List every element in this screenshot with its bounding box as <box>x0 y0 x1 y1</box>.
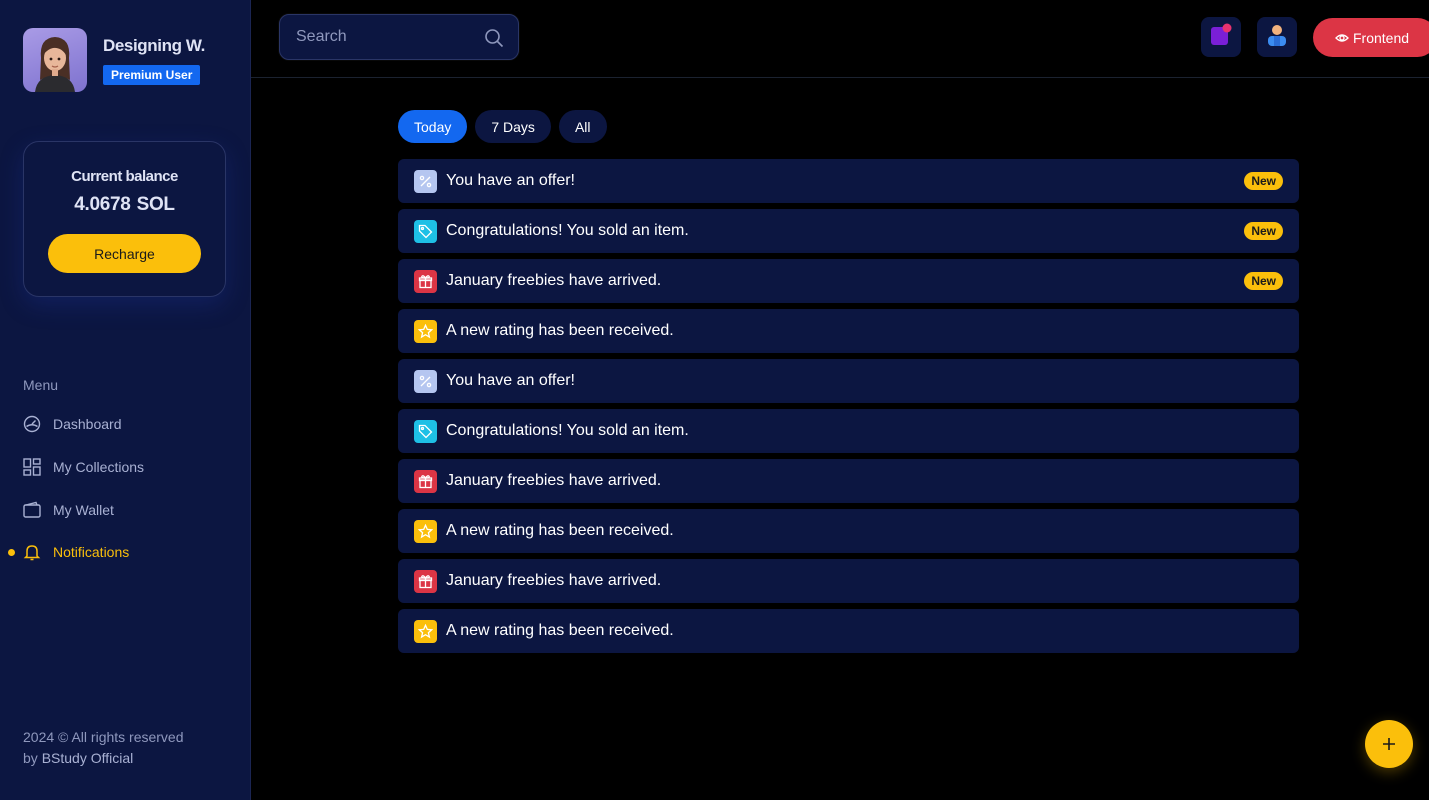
notification-list: You have an offer! New Congratulations! Yo… <box>398 159 1299 659</box>
balance-unit: SOL <box>136 194 175 215</box>
profile-button[interactable] <box>1257 17 1297 57</box>
notification-item[interactable]: January freebies have arrived. <box>398 559 1299 603</box>
gift-icon <box>414 269 437 293</box>
star-icon <box>414 319 437 343</box>
sidebar-item-label: My Collections <box>53 459 145 475</box>
apps-button[interactable] <box>1201 17 1241 57</box>
star-icon <box>414 619 437 643</box>
eye-icon <box>1335 33 1349 42</box>
notification-item[interactable]: A new rating has been received. <box>398 609 1299 653</box>
notification-text: A new rating has been received. <box>446 522 674 539</box>
notification-item[interactable]: January freebies have arrived. New <box>398 259 1299 303</box>
percent-icon <box>414 369 437 393</box>
brand-link[interactable]: BStudy Official <box>42 750 134 766</box>
star-icon <box>414 519 437 543</box>
new-badge: New <box>1244 172 1283 190</box>
notification-item[interactable]: A new rating has been received. <box>398 309 1299 353</box>
wallet-icon <box>23 501 41 519</box>
sidebar-item-collections[interactable]: My Collections <box>23 456 144 478</box>
footer-by: by <box>23 750 38 766</box>
sidebar-item-label: Notifications <box>53 544 130 560</box>
plus-icon <box>1383 738 1395 750</box>
notification-text: January freebies have arrived. <box>446 272 662 289</box>
notification-text: Congratulations! You sold an item. <box>446 422 689 439</box>
notification-item[interactable]: You have an offer! <box>398 359 1299 403</box>
gift-icon <box>414 469 437 493</box>
sidebar-item-label: Dashboard <box>53 416 122 432</box>
user-icon <box>1265 23 1289 52</box>
frontend-button[interactable]: Frontend <box>1313 18 1429 57</box>
sidebar-item-notifications[interactable]: Notifications <box>23 541 129 563</box>
dashboard-icon <box>23 415 41 433</box>
notification-text: January freebies have arrived. <box>446 472 662 489</box>
filter-tabs: Today 7 Days All <box>398 110 615 143</box>
top-header: Frontend <box>251 0 1429 78</box>
menu-title: Menu <box>23 377 59 393</box>
search-icon[interactable] <box>484 28 504 53</box>
sidebar-item-label: My Wallet <box>53 502 114 518</box>
notification-text: A new rating has been received. <box>446 322 674 339</box>
collections-icon <box>23 458 41 476</box>
balance-card: Current balance 4.0678 SOL Recharge <box>23 141 226 297</box>
sidebar-item-dashboard[interactable]: Dashboard <box>23 413 122 435</box>
add-button[interactable] <box>1365 720 1413 768</box>
notification-item[interactable]: Congratulations! You sold an item. <box>398 409 1299 453</box>
tag-icon <box>414 419 437 443</box>
notification-item[interactable]: You have an offer! New <box>398 159 1299 203</box>
balance-amount: 4.0678 <box>74 194 131 215</box>
tag-icon <box>414 219 437 243</box>
recharge-button[interactable]: Recharge <box>48 234 201 273</box>
footer: 2024 © All rights reserved by BStudy Off… <box>23 727 184 769</box>
balance-label: Current balance <box>71 168 178 185</box>
apps-icon <box>1209 23 1233 52</box>
tab-all[interactable]: All <box>558 110 607 143</box>
notification-text: Congratulations! You sold an item. <box>446 222 689 239</box>
sidebar: Designing W. Premium User Current balanc… <box>0 0 251 800</box>
notification-item[interactable]: January freebies have arrived. <box>398 459 1299 503</box>
search-box[interactable] <box>279 14 519 60</box>
user-name: Designing W. <box>103 36 205 55</box>
percent-icon <box>414 169 437 193</box>
notification-text: You have an offer! <box>446 172 575 189</box>
tab-today[interactable]: Today <box>398 110 468 143</box>
avatar[interactable] <box>23 28 87 92</box>
copyright-text: 2024 © All rights reserved <box>23 729 184 745</box>
search-input[interactable] <box>296 15 476 59</box>
sidebar-item-wallet[interactable]: My Wallet <box>23 499 114 521</box>
notification-text: You have an offer! <box>446 372 575 389</box>
bell-icon <box>23 543 41 561</box>
tab-7-days[interactable]: 7 Days <box>475 110 551 143</box>
new-badge: New <box>1244 272 1283 290</box>
notification-text: January freebies have arrived. <box>446 572 662 589</box>
premium-badge: Premium User <box>103 65 201 85</box>
gift-icon <box>414 569 437 593</box>
notification-text: A new rating has been received. <box>446 622 674 639</box>
notification-item[interactable]: A new rating has been received. <box>398 509 1299 553</box>
balance-value: 4.0678 SOL <box>24 194 225 216</box>
user-profile: Designing W. Premium User <box>23 28 205 92</box>
notification-item[interactable]: Congratulations! You sold an item. New <box>398 209 1299 253</box>
new-badge: New <box>1244 222 1283 240</box>
frontend-label: Frontend <box>1353 29 1410 46</box>
active-indicator <box>8 549 15 556</box>
